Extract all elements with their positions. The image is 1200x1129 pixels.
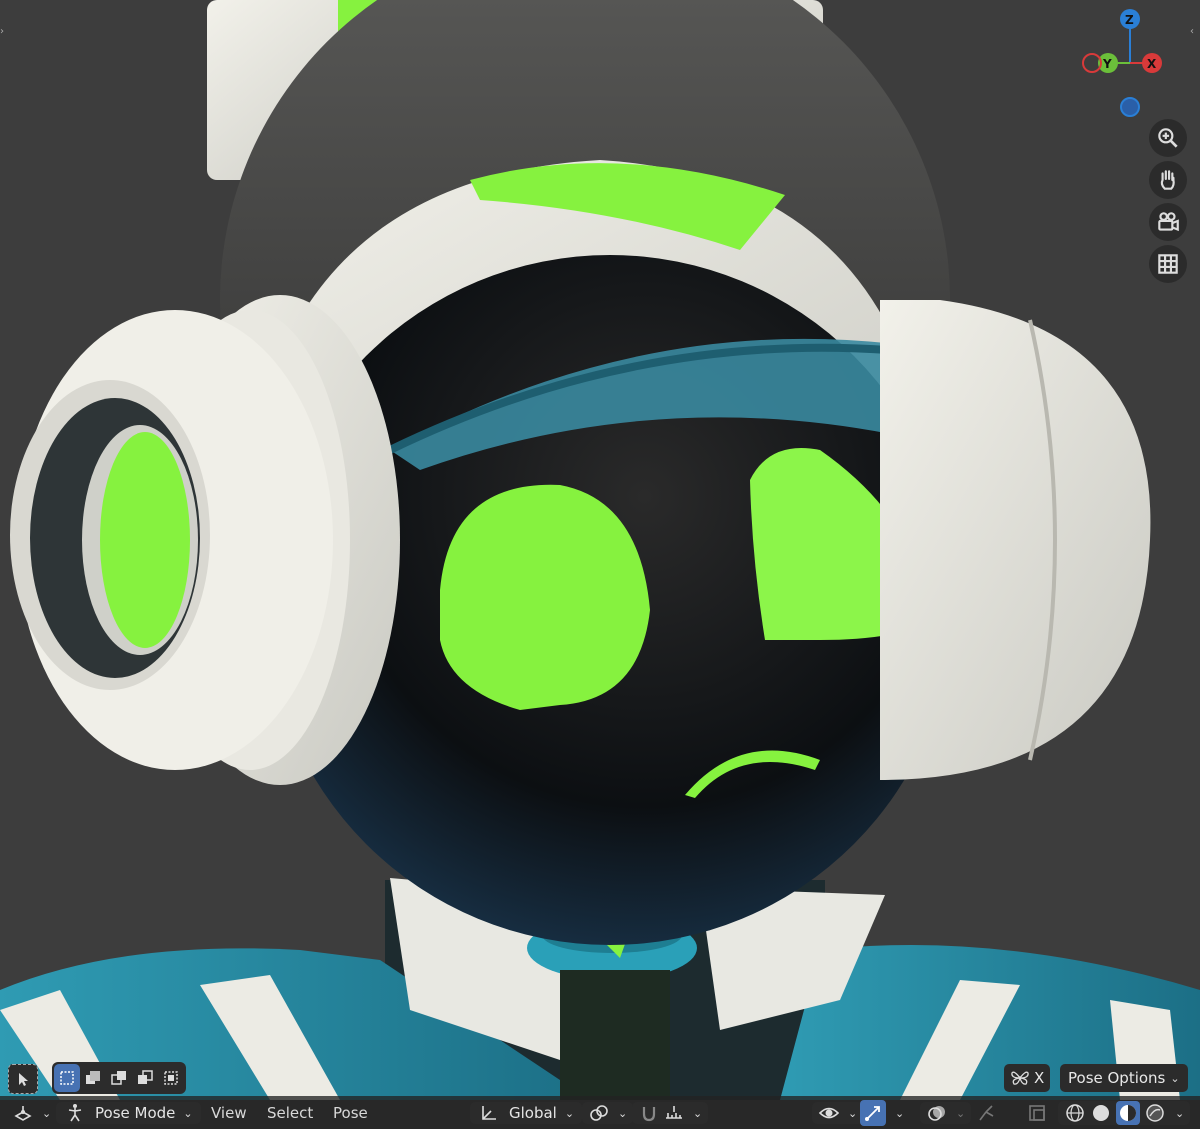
pivot-icon [590,1105,608,1121]
chevron-down-icon: ⌄ [1170,1071,1180,1085]
bone-icon [979,1105,994,1121]
xray-toggle[interactable] [1026,1100,1048,1126]
left-eye [440,484,650,710]
toolbar-expand-arrow[interactable]: › [0,26,8,40]
gizmo-x-label: X [1147,57,1157,71]
select-new-icon[interactable] [54,1064,80,1092]
snap-increment-icon [666,1106,682,1119]
select-subtract-icon[interactable] [106,1064,132,1092]
chevron-down-icon: ⌄ [1175,1106,1185,1120]
overlays-icon [928,1106,945,1121]
snapping-group[interactable]: ⌄ [632,1100,709,1126]
select-extend-icon[interactable] [80,1064,106,1092]
3d-view-icon [14,1106,32,1121]
mode-dropdown[interactable]: Pose Mode ⌄ [56,1100,201,1126]
pivot-point-dropdown[interactable]: ⌄ [582,1100,634,1126]
camera-icon[interactable] [1149,203,1187,241]
chevron-down-icon: ⌄ [42,1106,52,1120]
chevron-down-icon: ⌄ [895,1106,905,1120]
x-mirror-label: X [1034,1069,1045,1087]
pose-mode-icon [68,1104,82,1122]
select-intersect-icon[interactable] [158,1064,184,1092]
gizmo-y-label: Y [1102,57,1112,71]
menu-select[interactable]: Select [263,1100,317,1126]
sidebar-expand-arrow[interactable]: ‹ [1190,26,1198,40]
transform-orientation-dropdown[interactable]: Global ⌄ [470,1100,583,1126]
orientation-label: Global [509,1104,557,1122]
pan-hand-icon[interactable] [1149,161,1187,199]
gizmo-z-label: Z [1125,13,1134,27]
menu-view[interactable]: View [207,1100,251,1126]
grid-icon[interactable] [1149,245,1187,283]
orientation-icon [482,1106,496,1120]
material-preview-icon[interactable] [1117,1102,1139,1124]
solid-shading-icon[interactable] [1090,1102,1112,1124]
rendered-shading-icon[interactable] [1144,1102,1166,1124]
select-invert-icon[interactable] [132,1064,158,1092]
menu-pose[interactable]: Pose [329,1100,372,1126]
chevron-down-icon: ⌄ [183,1106,193,1120]
editor-type-dropdown[interactable]: ⌄ [6,1100,57,1126]
zoom-icon[interactable] [1149,119,1187,157]
gizmo-toggle-icon [865,1106,880,1121]
chevron-down-icon: ⌄ [956,1106,966,1120]
select-mode-group [52,1062,186,1094]
gizmo-dropdown[interactable]: ⌄ [860,1100,904,1126]
chevron-down-icon: ⌄ [618,1106,628,1120]
snap-magnet-icon [642,1107,656,1122]
chevron-down-icon: ⌄ [693,1106,703,1120]
shading-group[interactable]: ⌄ [1058,1100,1191,1126]
bone-overlay-toggle[interactable] [976,1100,998,1126]
pose-options-label: Pose Options [1068,1069,1166,1087]
mode-label: Pose Mode [95,1104,176,1122]
chevron-down-icon: ⌄ [848,1106,858,1120]
chevron-down-icon: ⌄ [564,1106,575,1120]
select-cursor-icon[interactable] [8,1064,38,1094]
xray-icon [1029,1105,1045,1121]
3d-viewport[interactable]: Z Y X [0,0,1200,1129]
butterfly-mirror-icon [1011,1071,1029,1085]
visibility-dropdown[interactable]: ⌄ [812,1100,864,1126]
overlays-dropdown[interactable]: ⌄ [920,1100,972,1126]
x-mirror-toggle[interactable]: X [1004,1064,1051,1092]
eye-icon [818,1107,840,1119]
wireframe-shading-icon[interactable] [1064,1102,1086,1124]
pose-options-dropdown[interactable]: Pose Options ⌄ [1060,1064,1188,1092]
